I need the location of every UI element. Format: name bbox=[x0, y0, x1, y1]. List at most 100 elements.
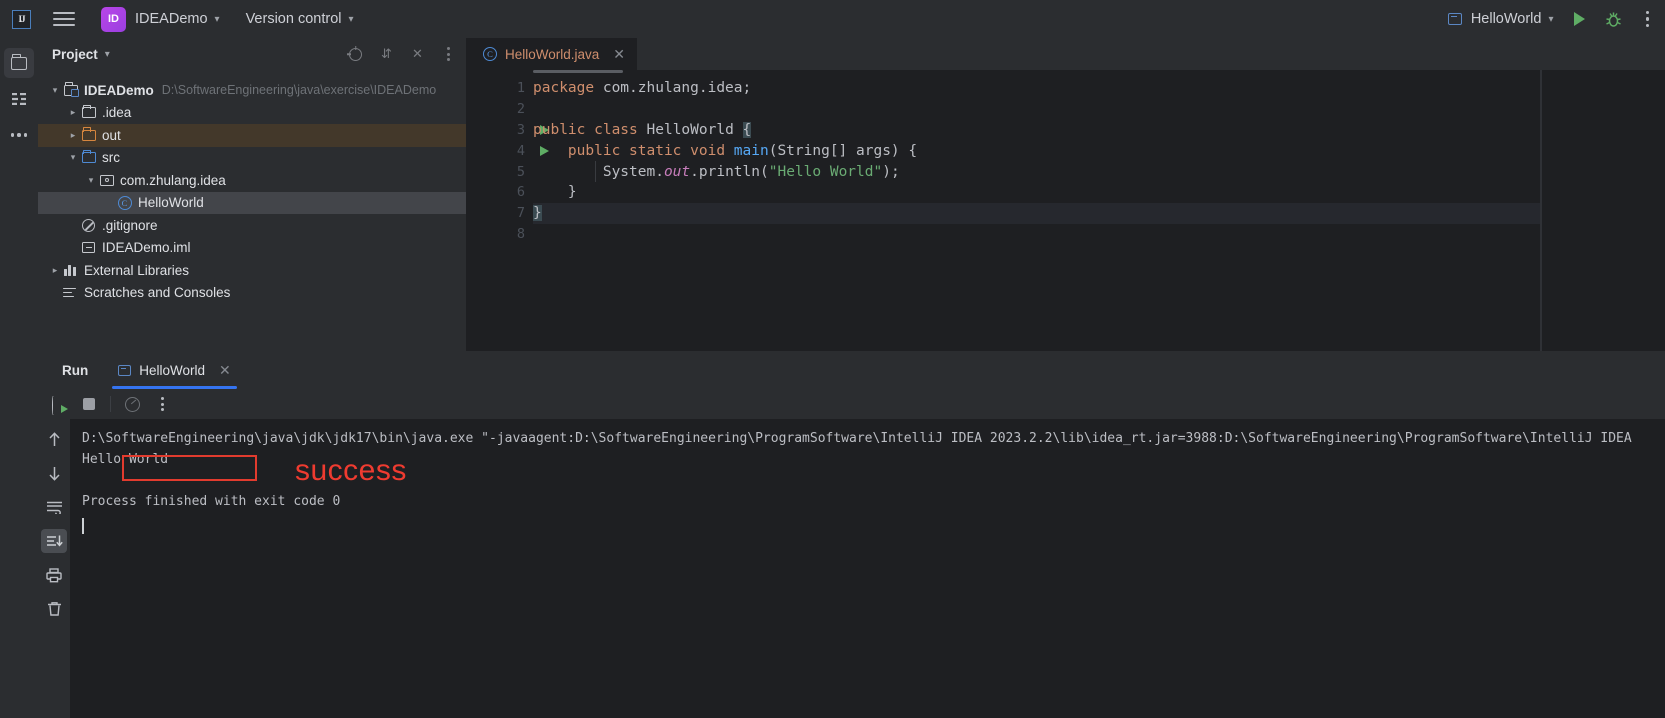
tree-row-label: .idea bbox=[102, 105, 132, 121]
run-more-button[interactable] bbox=[149, 392, 175, 416]
scroll-down-button[interactable] bbox=[41, 461, 67, 485]
tree-expand-arrow[interactable]: ▾ bbox=[66, 152, 80, 163]
main-toolbar: IJ ID IDEADemo ▾ Version control ▾ Hello… bbox=[0, 0, 1665, 38]
code-line-3[interactable]: public class HelloWorld { bbox=[533, 120, 1665, 141]
main-menu-icon[interactable] bbox=[53, 12, 75, 26]
tree-row-com-zhulang-idea[interactable]: ▾ com.zhulang.idea bbox=[38, 169, 466, 192]
tree-row--gitignore[interactable]: .gitignore bbox=[38, 214, 466, 237]
scroll-up-button[interactable] bbox=[41, 427, 67, 451]
version-control-menu[interactable]: Version control ▾ bbox=[246, 11, 354, 27]
gutter-line-5: 5 bbox=[467, 161, 533, 182]
gutter-line-1: 1 bbox=[467, 78, 533, 99]
tree-row-label: IDEADemo bbox=[84, 82, 154, 98]
print-icon bbox=[46, 567, 62, 582]
more-vertical-icon[interactable] bbox=[1645, 10, 1649, 28]
print-button[interactable] bbox=[41, 563, 67, 587]
close-icon[interactable]: ✕ bbox=[613, 46, 625, 63]
code-token: public static void bbox=[533, 142, 734, 159]
tree-row-out[interactable]: ▸ out bbox=[38, 124, 466, 147]
editor-code[interactable]: package com.zhulang.idea; public class He… bbox=[533, 70, 1665, 351]
java-class-icon: C bbox=[483, 47, 497, 61]
code-token: HelloWorld bbox=[646, 121, 743, 138]
line-number: 3 bbox=[516, 121, 525, 138]
select-opened-file-icon[interactable] bbox=[348, 47, 363, 62]
scroll-down-icon bbox=[48, 466, 60, 481]
active-tab-indicator bbox=[112, 386, 237, 389]
tree-row-src[interactable]: ▾ src bbox=[38, 147, 466, 170]
toolbar-separator bbox=[110, 396, 111, 412]
close-icon[interactable]: ✕ bbox=[219, 362, 231, 379]
code-line-5[interactable]: System. out .println("Hello World"); bbox=[533, 161, 1665, 182]
debug-button[interactable] bbox=[1605, 11, 1622, 28]
clear-all-button[interactable] bbox=[41, 597, 67, 621]
gutter-line-6: 6 bbox=[467, 182, 533, 203]
java-class-icon: C bbox=[116, 195, 133, 210]
code-line-6[interactable]: } bbox=[533, 182, 1665, 203]
code-line-1[interactable]: package com.zhulang.idea; bbox=[533, 78, 1665, 99]
code-token: package bbox=[533, 80, 603, 97]
tree-expand-arrow[interactable]: ▸ bbox=[66, 107, 80, 118]
console-exit-line: Process finished with exit code 0 bbox=[82, 494, 341, 509]
annotation-success-label: success bbox=[295, 454, 407, 487]
options-icon[interactable] bbox=[441, 47, 456, 62]
rail-project-button[interactable] bbox=[4, 48, 34, 78]
console-output[interactable]: D:\SoftwareEngineering\java\jdk\jdk17\bi… bbox=[70, 419, 1665, 718]
chevron-down-icon[interactable]: ▾ bbox=[105, 49, 110, 60]
project-badge-icon[interactable]: ID bbox=[101, 6, 126, 32]
tree-row-external-libraries[interactable]: ▸ External Libraries bbox=[38, 259, 466, 282]
rail-structure-button[interactable] bbox=[4, 84, 34, 114]
tree-row--idea[interactable]: ▸ .idea bbox=[38, 102, 466, 125]
expand-collapse-icon[interactable]: ⇵ bbox=[379, 46, 394, 62]
code-line-4[interactable]: public static void main (String[] args) { bbox=[533, 140, 1665, 161]
run-tab-helloworld[interactable]: HelloWorld ✕ bbox=[100, 351, 241, 389]
console-body: D:\SoftwareEngineering\java\jdk\jdk17\bi… bbox=[38, 419, 1665, 718]
tree-row-helloworld[interactable]: C HelloWorld bbox=[38, 191, 466, 214]
code-token: { bbox=[742, 121, 752, 138]
tree-row-scratches-and-consoles[interactable]: Scratches and Consoles bbox=[38, 282, 466, 305]
code-token: System. bbox=[533, 163, 664, 180]
code-line-2[interactable] bbox=[533, 99, 1665, 120]
soft-wrap-button[interactable] bbox=[41, 495, 67, 519]
run-config-icon bbox=[118, 364, 132, 376]
gutter-line-4: 4 bbox=[467, 140, 549, 161]
line-number: 6 bbox=[516, 184, 525, 201]
console-command-line: D:\SoftwareEngineering\java\jdk\jdk17\bi… bbox=[82, 431, 1632, 446]
tree-expand-arrow[interactable]: ▸ bbox=[66, 130, 80, 141]
scroll-to-end-icon bbox=[46, 535, 63, 546]
chevron-down-icon[interactable]: ▾ bbox=[1548, 14, 1553, 25]
project-name-label[interactable]: IDEADemo bbox=[135, 11, 208, 27]
tree-expand-arrow[interactable]: ▸ bbox=[48, 265, 62, 276]
tree-row-label: Scratches and Consoles bbox=[84, 285, 231, 301]
more-horizontal-icon bbox=[10, 133, 28, 137]
tree-row-ideademo[interactable]: ▾ IDEADemo D:\SoftwareEngineering\java\exe… bbox=[38, 79, 466, 102]
chevron-down-icon[interactable]: ▾ bbox=[348, 14, 353, 25]
code-line-8[interactable] bbox=[533, 224, 1665, 245]
run-tab-label: HelloWorld bbox=[139, 362, 206, 378]
trash-icon bbox=[47, 602, 61, 616]
tree-row-label: out bbox=[102, 127, 121, 143]
editor-gutter: 1 2 3 4 5 6 7 8 bbox=[467, 70, 549, 351]
tree-row-ideademo-iml[interactable]: IDEADemo.iml bbox=[38, 237, 466, 260]
hide-icon[interactable]: ✕ bbox=[410, 46, 425, 62]
scroll-to-end-button[interactable] bbox=[41, 529, 67, 553]
console-caret bbox=[82, 518, 84, 534]
rail-more-button[interactable] bbox=[4, 120, 34, 150]
line-number: 2 bbox=[516, 101, 525, 118]
run-play-icon bbox=[1573, 12, 1585, 26]
stop-button[interactable] bbox=[76, 392, 102, 416]
editor-tab-helloworld[interactable]: C HelloWorld.java ✕ bbox=[467, 38, 638, 70]
run-configuration-selector[interactable]: HelloWorld ▾ bbox=[1447, 11, 1554, 27]
tree-expand-arrow[interactable]: ▾ bbox=[48, 85, 62, 96]
project-tree: ▾ IDEADemo D:\SoftwareEngineering\java\exe… bbox=[38, 70, 466, 304]
run-config-icon bbox=[1447, 13, 1462, 25]
tree-expand-arrow[interactable]: ▾ bbox=[84, 175, 98, 186]
intellij-logo-icon: IJ bbox=[12, 9, 31, 29]
run-button[interactable] bbox=[1573, 12, 1585, 26]
profiler-button[interactable] bbox=[119, 392, 145, 416]
chevron-down-icon[interactable]: ▾ bbox=[215, 14, 220, 25]
code-area: 1 2 3 4 5 6 7 8 package com.zhulang.idea; public… bbox=[467, 70, 1665, 351]
rerun-button[interactable] bbox=[46, 392, 72, 416]
folder-orange-icon bbox=[80, 127, 97, 141]
code-line-7[interactable]: } bbox=[533, 202, 1665, 224]
logo-text: IJ bbox=[18, 14, 25, 24]
